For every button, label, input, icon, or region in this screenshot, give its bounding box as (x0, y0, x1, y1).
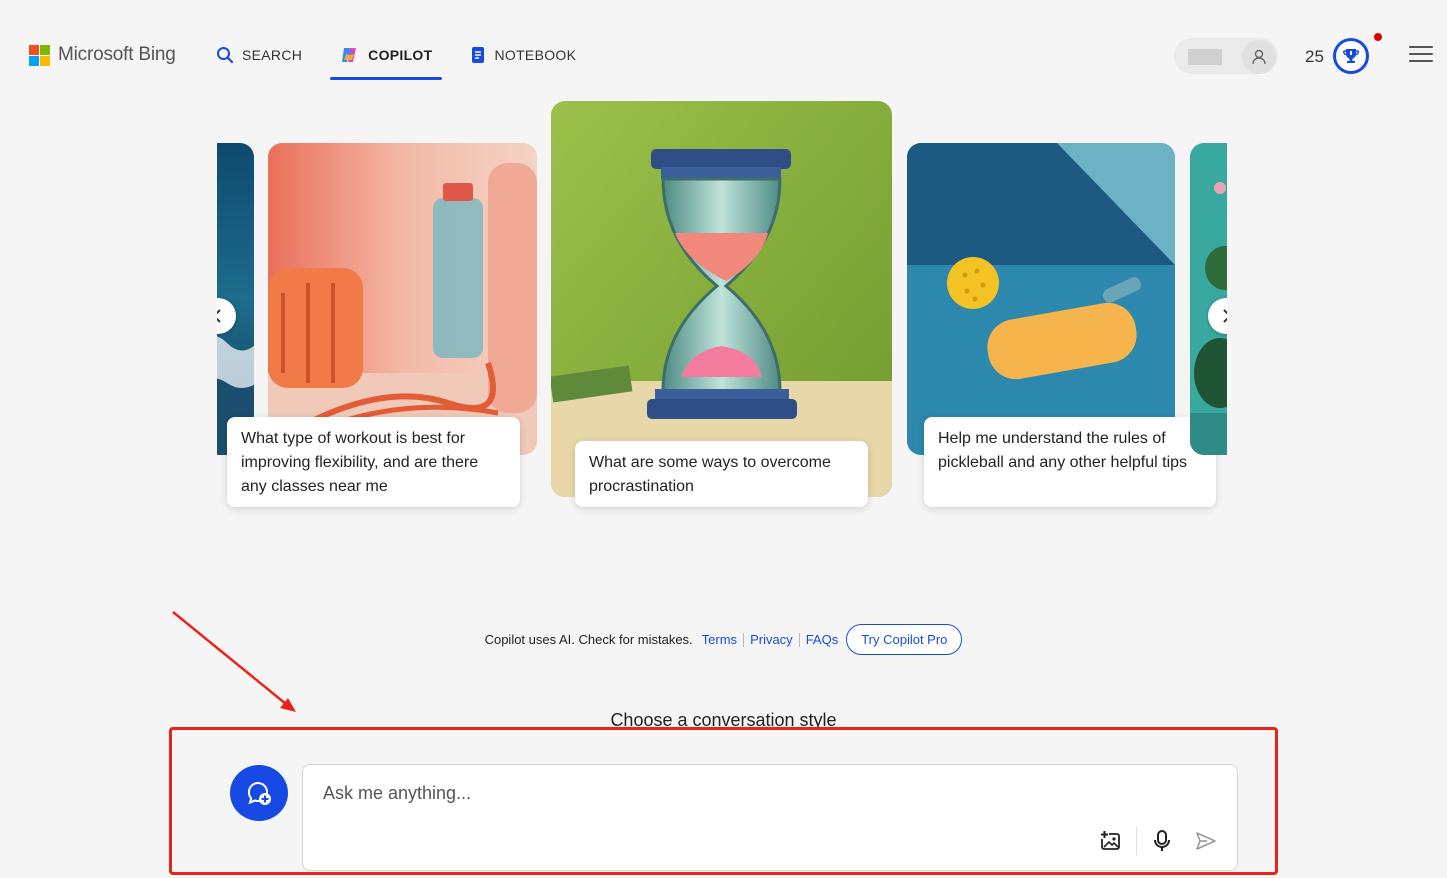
terms-link[interactable]: Terms (702, 632, 737, 647)
hourglass-illustration (551, 101, 892, 497)
copilot-icon (342, 48, 357, 62)
brand-name: Microsoft Bing (58, 44, 176, 65)
notebook-icon (472, 47, 485, 63)
search-icon (217, 47, 234, 64)
suggestion-carousel: What type of workout is best for improvi… (217, 100, 1227, 530)
faqs-link[interactable]: FAQs (806, 632, 839, 647)
send-icon (1196, 832, 1216, 850)
suggestion-card[interactable] (907, 143, 1175, 455)
suggestion-card-caption[interactable]: Help me understand the rules of pickleba… (924, 417, 1216, 507)
trophy-icon[interactable] (1333, 38, 1369, 74)
tab-copilot-label: COPILOT (368, 47, 433, 63)
header-right: 25 (1147, 33, 1447, 78)
hamburger-icon[interactable] (1409, 46, 1433, 66)
pickleball-illustration (907, 143, 1175, 455)
bing-logo[interactable]: Microsoft Bing (29, 44, 176, 66)
ask-input[interactable] (321, 781, 1205, 825)
new-topic-icon (248, 782, 271, 805)
user-icon (1242, 40, 1276, 74)
tab-search-label: SEARCH (242, 47, 303, 63)
add-image-button[interactable] (1096, 826, 1126, 856)
account-name-redacted (1188, 49, 1222, 65)
disclaimer-bar: Copilot uses AI. Check for mistakes. Ter… (0, 624, 1447, 655)
fitness-equipment-illustration (268, 143, 537, 455)
chevron-right-icon (1223, 309, 1227, 323)
tab-copilot[interactable]: COPILOT (330, 36, 443, 80)
suggestion-card-caption[interactable]: What type of workout is best for improvi… (227, 417, 520, 507)
divider (798, 632, 800, 647)
tab-notebook[interactable]: NOTEBOOK (460, 36, 586, 74)
microphone-button[interactable] (1147, 826, 1177, 856)
suggestion-card[interactable] (268, 143, 537, 455)
microphone-icon (1154, 830, 1170, 851)
suggestion-card-caption[interactable]: What are some ways to overcome procrasti… (575, 441, 868, 507)
disclaimer-text: Copilot uses AI. Check for mistakes. (484, 632, 693, 647)
account-button[interactable] (1174, 38, 1278, 74)
chevron-left-icon (217, 309, 221, 323)
rewards-points[interactable]: 25 (1305, 47, 1324, 67)
top-nav: SEARCH COPILOT NOTEBOOK (206, 36, 604, 80)
divider (743, 632, 745, 647)
divider (1136, 827, 1137, 855)
suggestion-card-featured[interactable] (551, 101, 892, 497)
tab-search[interactable]: SEARCH (206, 36, 312, 74)
chat-composer (302, 764, 1238, 871)
microsoft-logo-icon (29, 44, 50, 66)
conversation-style-heading: Choose a conversation style (610, 710, 837, 730)
add-image-icon (1100, 830, 1120, 850)
tab-notebook-label: NOTEBOOK (494, 47, 577, 63)
notification-dot (1374, 33, 1382, 41)
send-button[interactable] (1191, 826, 1221, 856)
privacy-link[interactable]: Privacy (750, 632, 793, 647)
composer-tools (1096, 826, 1221, 856)
new-topic-button[interactable] (230, 765, 288, 821)
try-copilot-pro-button[interactable]: Try Copilot Pro (846, 624, 963, 655)
